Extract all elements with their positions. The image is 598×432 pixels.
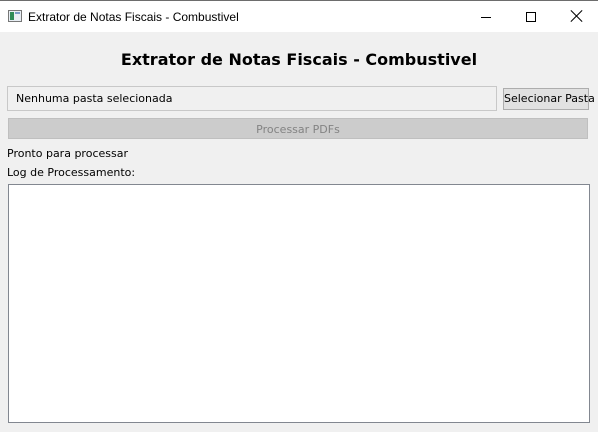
minimize-button[interactable]	[463, 1, 509, 32]
folder-path-field: Nenhuma pasta selecionada	[7, 86, 497, 111]
minimize-icon	[481, 17, 491, 18]
page-title: Extrator de Notas Fiscais - Combustivel	[120, 50, 478, 69]
close-button[interactable]	[553, 1, 598, 32]
process-pdfs-button[interactable]: Processar PDFs	[8, 118, 588, 139]
maximize-icon	[526, 12, 536, 22]
close-icon	[570, 9, 584, 23]
status-text: Pronto para processar	[7, 147, 128, 160]
window-title: Extrator de Notas Fiscais - Combustivel	[28, 10, 239, 24]
select-folder-button[interactable]: Selecionar Pasta	[503, 88, 595, 110]
title-bar: Extrator de Notas Fiscais - Combustivel	[0, 0, 598, 32]
processing-log-textarea[interactable]	[8, 184, 590, 423]
log-label: Log de Processamento:	[7, 166, 136, 179]
maximize-button[interactable]	[508, 1, 554, 32]
app-window-icon[interactable]	[8, 10, 22, 22]
